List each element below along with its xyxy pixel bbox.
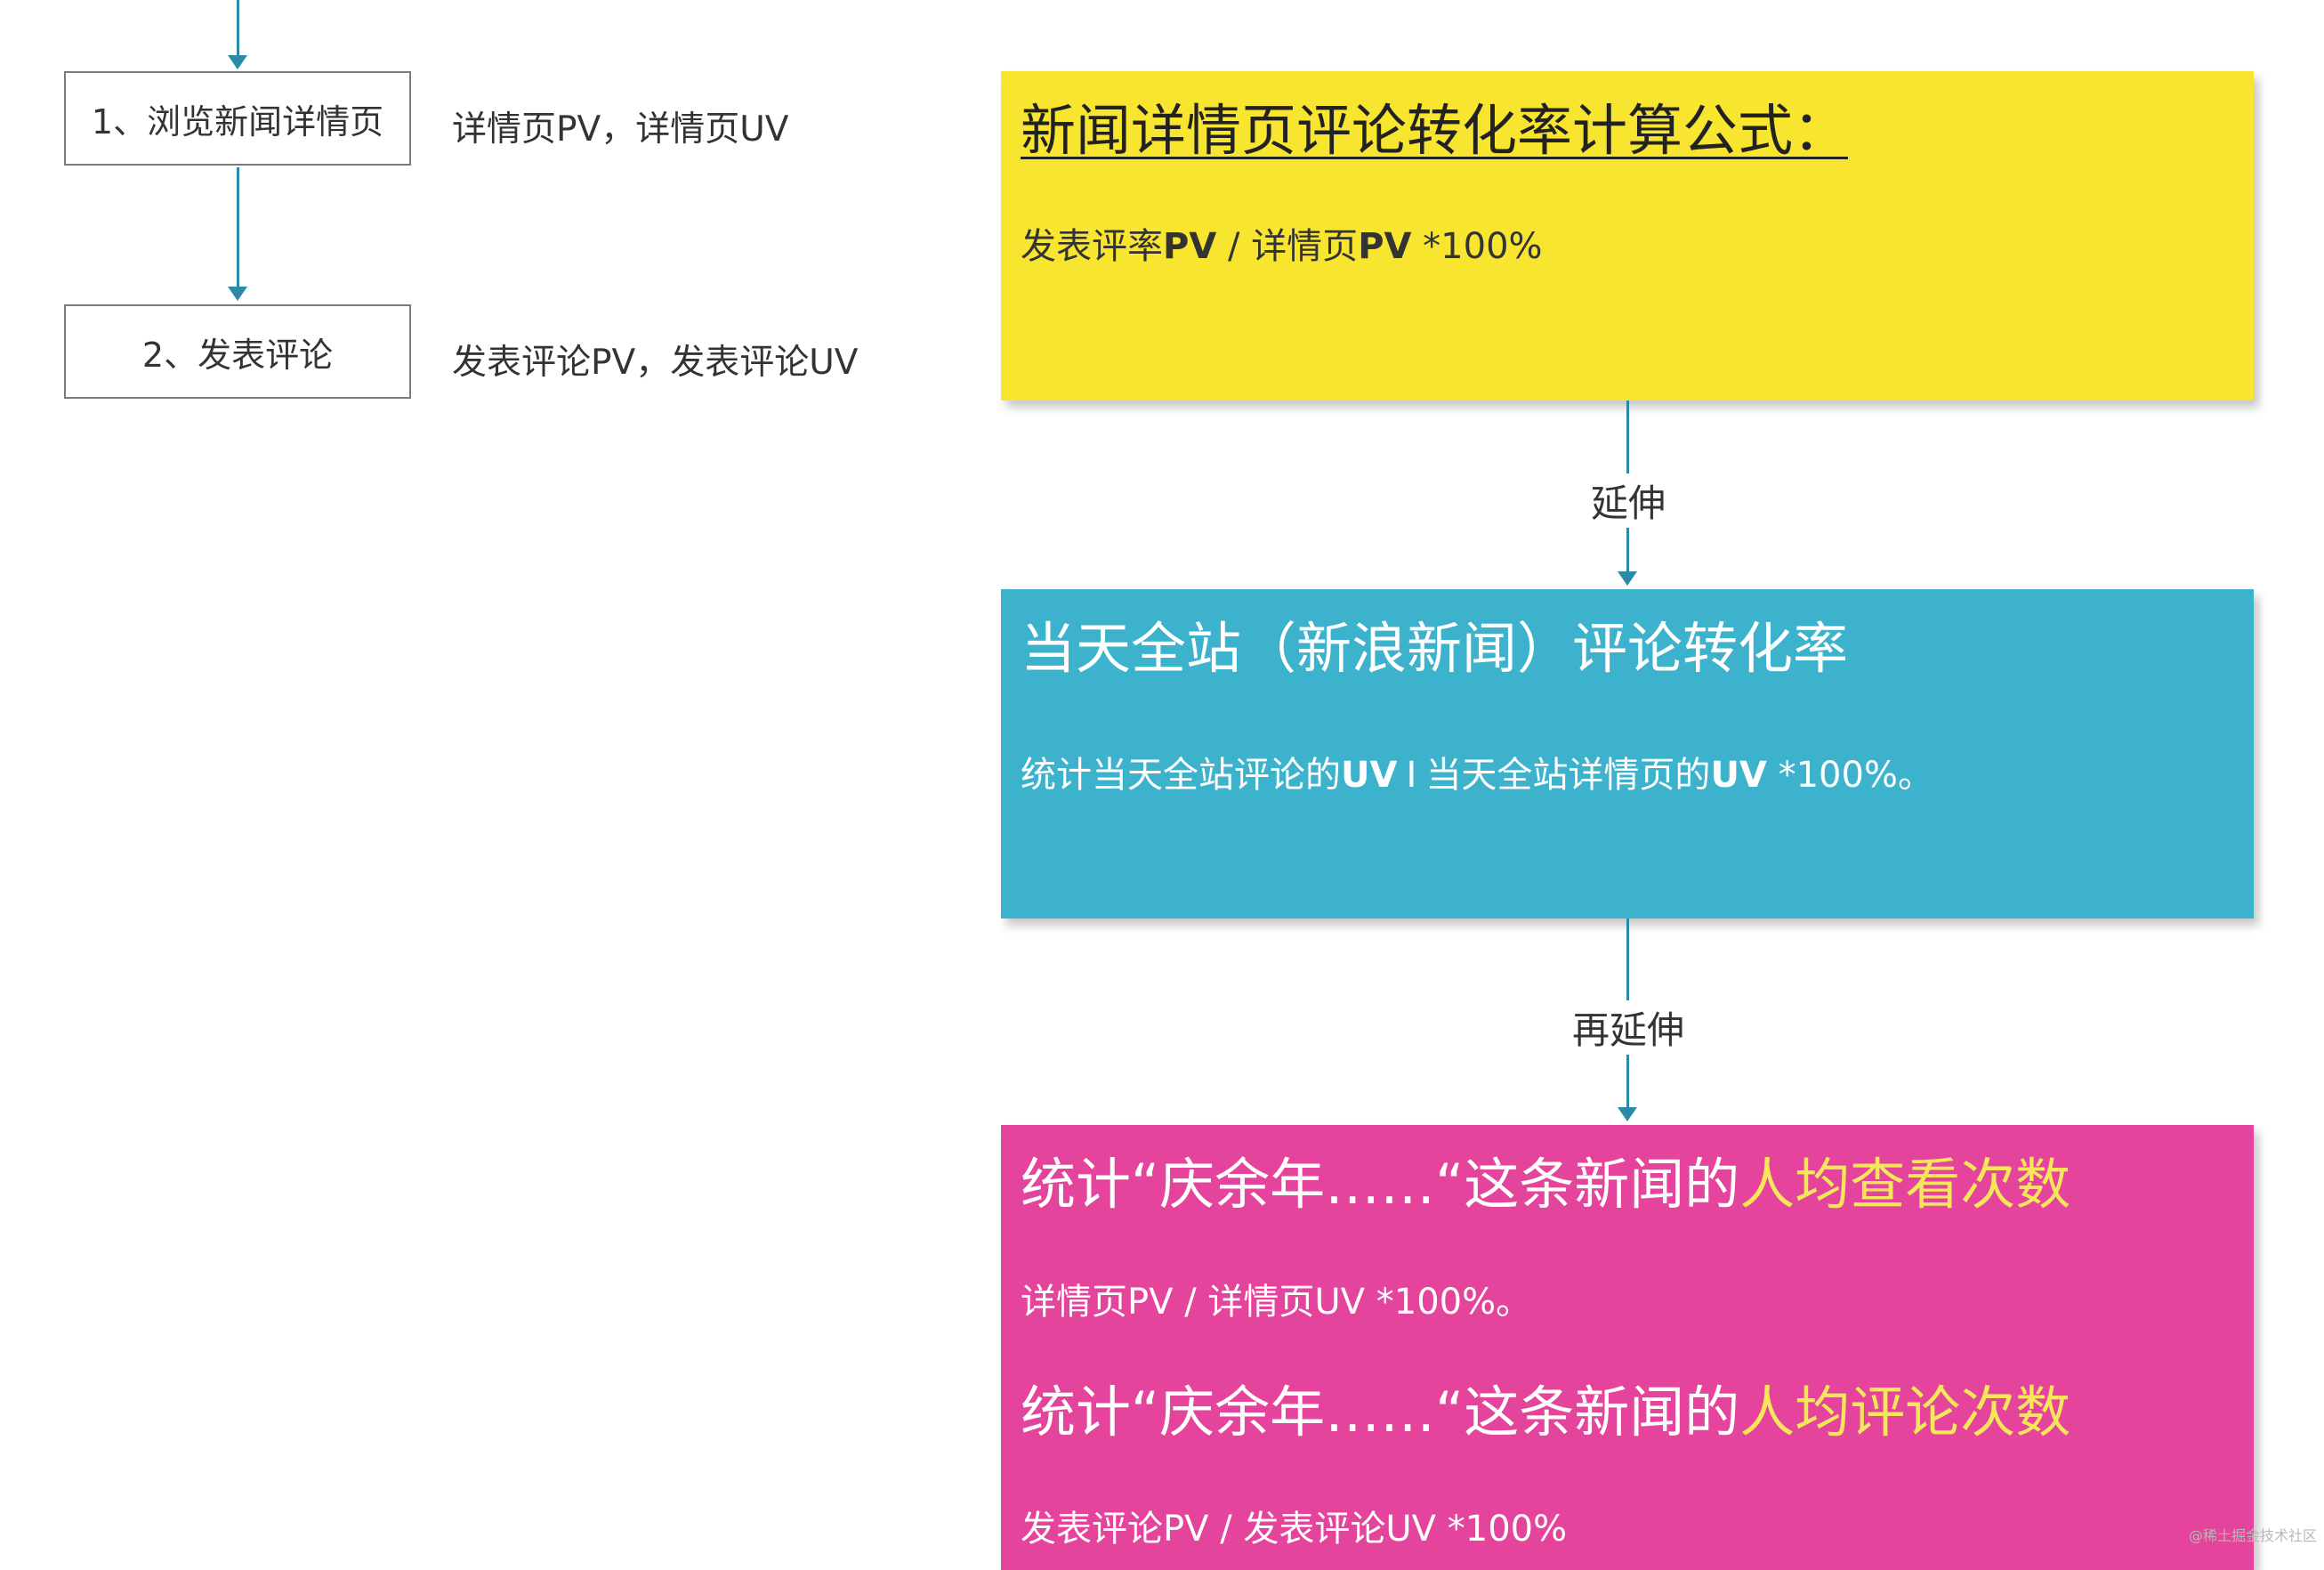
connector-label-further-extend: 再延伸 (1539, 1000, 1717, 1055)
step-label: 1、浏览新闻详情页 (91, 101, 384, 142)
news-title-comments: 统计“庆余年……“这条新闻的人均评论次数 (1021, 1379, 2071, 1445)
step-box-comment: 2、发表评论 (64, 304, 411, 399)
news-formula-views: 详情页PV / 详情页UV *100%。 (1021, 1281, 1532, 1323)
formula-card: 新闻详情页评论转化率计算公式： 发表评率PV / 详情页PV *100% (1001, 71, 2254, 401)
formula-text: 发表评率PV / 详情页PV *100% (1021, 225, 1543, 267)
flow-line-middle (237, 167, 239, 288)
arrow-down-icon (1618, 1107, 1637, 1121)
text-cursor-icon: I (1406, 754, 1417, 796)
flow-line-top (237, 0, 239, 57)
connector-label-extend: 延伸 (1539, 473, 1717, 528)
site-formula-text: 统计当天全站评论的UV I 当天全站详情页的UV *100%。 (1021, 754, 1933, 796)
metric-comment: 发表评论PV，发表评论UV (452, 343, 859, 383)
step-label: 2、发表评论 (141, 335, 334, 375)
step-box-browse: 1、浏览新闻详情页 (64, 71, 411, 166)
arrow-down-icon (228, 287, 247, 301)
formula-card-title: 新闻详情页评论转化率计算公式： (1021, 98, 1849, 163)
arrow-down-icon (228, 55, 247, 69)
metric-browse: 详情页PV，详情页UV (452, 109, 789, 150)
watermark: @稀土掘金技术社区 (2188, 1527, 2317, 1544)
news-metrics-card: 统计“庆余年……“这条新闻的人均查看次数 详情页PV / 详情页UV *100%… (1001, 1125, 2254, 1570)
arrow-down-icon (1618, 571, 1637, 586)
site-conversion-card: 当天全站（新浪新闻）评论转化率 统计当天全站评论的UV I 当天全站详情页的UV *… (1001, 589, 2254, 919)
site-card-title: 当天全站（新浪新闻）评论转化率 (1021, 616, 1849, 681)
news-title-views: 统计“庆余年……“这条新闻的人均查看次数 (1021, 1152, 2071, 1217)
news-formula-comments: 发表评论PV / 发表评论UV *100% (1021, 1509, 1568, 1550)
